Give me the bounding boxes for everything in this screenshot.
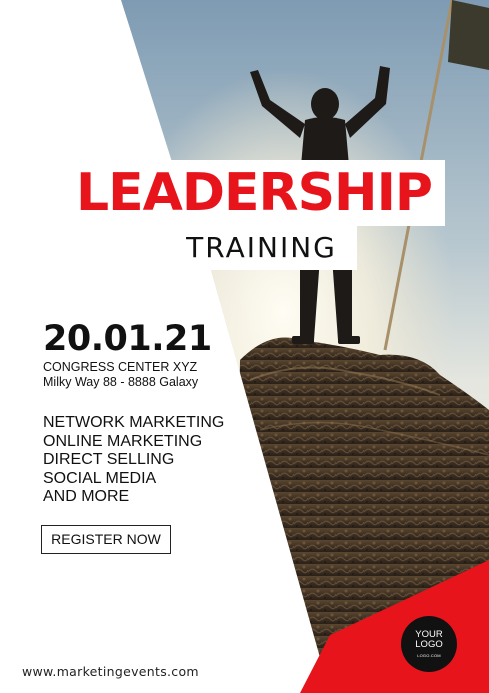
logo-text-line2: LOGO [415,639,443,650]
event-date: 20.01.21 [43,319,212,359]
topic-item: AND MORE [43,488,130,505]
page-title: LEADERSHIP [75,163,433,223]
topic-item: NETWORK MARKETING [43,414,225,431]
flyer: LEADERSHIP TRAINING 20.01.21 CONGRESS CE… [0,0,489,693]
topic-item: SOCIAL MEDIA [43,469,157,487]
logo-circle-icon: YOUR LOGO LOGO.COM [401,616,457,672]
website-link[interactable]: www.marketingevents.com [22,664,199,679]
event-venue: CONGRESS CENTER XYZ [43,360,198,374]
topic-item: ONLINE MARKETING [43,432,203,450]
logo-text-line3: LOGO.COM [417,653,441,658]
event-address: Milky Way 88 - 8888 Galaxy [43,375,199,389]
topic-list: NETWORK MARKETING ONLINE MARKETING DIREC… [43,414,224,507]
topic-item: DIRECT SELLING [43,451,175,468]
register-button[interactable]: REGISTER NOW [41,525,171,554]
page-subtitle: TRAINING [186,231,337,264]
